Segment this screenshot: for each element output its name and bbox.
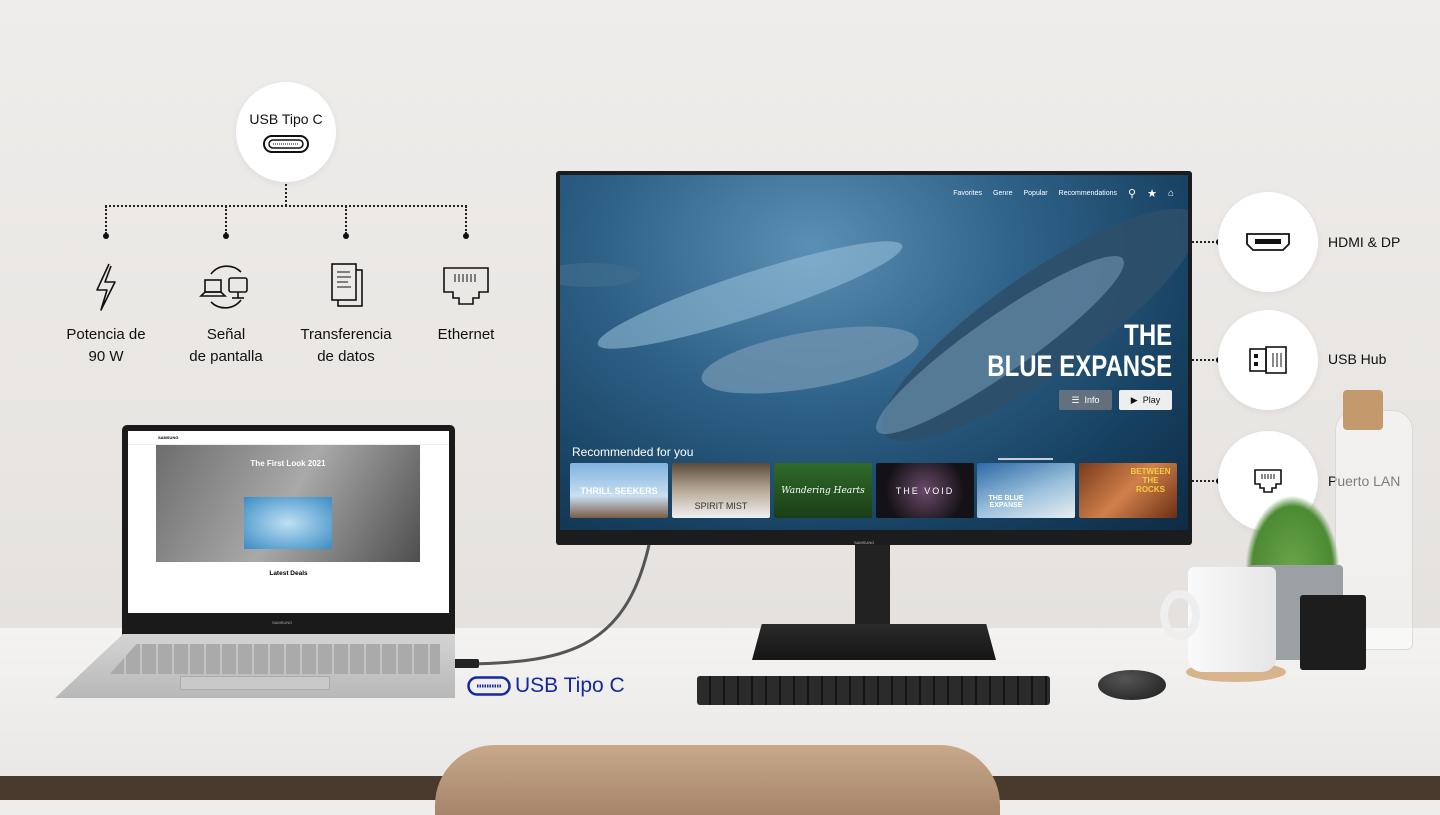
feature-display-signal: Señal de pantalla xyxy=(161,262,291,368)
screen-sync-icon xyxy=(199,265,248,309)
monitor-brand-logo: SAMSUNG xyxy=(854,540,875,545)
cork xyxy=(1343,390,1383,430)
usb-c-title: USB Tipo C xyxy=(249,111,323,127)
connector-line xyxy=(1192,359,1218,361)
documents-icon xyxy=(331,263,363,307)
monitor-stand-base xyxy=(752,624,996,660)
port-usb-badge xyxy=(1218,310,1318,410)
laptop-keyboard xyxy=(110,644,440,674)
menu-icon: ☰ xyxy=(1071,394,1080,405)
thumbnail[interactable]: THE VOID xyxy=(876,463,974,518)
section-title: Latest Deals xyxy=(269,570,308,577)
feature-data-transfer: Transferencia de datos xyxy=(281,262,411,368)
feature-label: Ethernet xyxy=(437,326,495,343)
play-icon: ▶ xyxy=(1130,394,1138,405)
usb-port-icon xyxy=(1249,346,1287,374)
feature-label: Señal xyxy=(206,326,246,343)
laptop-trackpad xyxy=(180,676,330,690)
connector-dot xyxy=(103,233,109,239)
lightning-icon xyxy=(96,263,116,311)
lan-port-icon xyxy=(1254,469,1282,493)
mug-handle xyxy=(1160,590,1200,640)
thumbnail-title: BETWEEN THE ROCKS xyxy=(1130,467,1171,494)
thumbnail[interactable]: BETWEEN THE ROCKS xyxy=(1079,463,1177,518)
thumbnail-title: SPIRIT MIST xyxy=(694,500,748,511)
connector-line xyxy=(1192,480,1218,482)
thumbnail[interactable]: THE BLUE EXPANSE xyxy=(977,463,1075,518)
laptop: SAMSUNG The First Look 2021 Latest Deals… xyxy=(122,425,455,635)
thumbnail-title: THE VOID xyxy=(895,485,955,496)
connector-line xyxy=(105,205,467,207)
hdmi-port-icon xyxy=(1246,233,1290,251)
play-button[interactable]: ▶ Play xyxy=(1119,390,1172,410)
screen-nav: Favorites Genre Popular Recommendations … xyxy=(953,187,1174,200)
feature-label: de datos xyxy=(317,348,375,365)
nav-favorites[interactable]: Favorites xyxy=(953,190,982,197)
connector-line xyxy=(1192,241,1218,243)
info-label: Info xyxy=(1084,395,1100,405)
usb-c-port-icon xyxy=(263,135,309,153)
nav-genre[interactable]: Genre xyxy=(993,190,1012,197)
thumbnail-title: Wandering Hearts xyxy=(781,485,865,496)
thumbnail[interactable]: Wandering Hearts xyxy=(774,463,872,518)
monitor-stand-neck xyxy=(855,545,890,635)
connector-dot xyxy=(343,233,349,239)
mouse xyxy=(1098,670,1166,700)
thumbnail-title: THRILL SEEKERS xyxy=(580,485,658,496)
pen-holder xyxy=(1300,595,1366,670)
title-line: THE xyxy=(1124,319,1172,352)
recommended-heading: Recommended for you xyxy=(572,445,694,459)
play-label: Play xyxy=(1142,395,1161,405)
feature-label: 90 W xyxy=(88,348,124,365)
home-icon[interactable]: ⌂ xyxy=(1168,188,1174,199)
connector-line xyxy=(465,206,467,234)
connector-dot xyxy=(223,233,229,239)
site-header: SAMSUNG xyxy=(128,431,449,445)
title-line: BLUE EXPANSE xyxy=(987,350,1172,383)
plant xyxy=(1245,495,1340,570)
mug xyxy=(1188,567,1276,672)
connector-dot xyxy=(463,233,469,239)
feature-ethernet: Ethernet xyxy=(401,262,531,346)
thumbnail-title: THE BLUE EXPANSE xyxy=(988,494,1024,509)
keyboard xyxy=(697,676,1050,705)
site-logo: SAMSUNG xyxy=(158,435,179,440)
connector-line xyxy=(285,184,287,206)
thumbnail[interactable]: THRILL SEEKERS xyxy=(570,463,668,518)
star-icon[interactable]: ★ xyxy=(1147,187,1157,200)
feature-label: Transferencia xyxy=(300,326,392,343)
site-hero: The First Look 2021 xyxy=(156,445,420,562)
featured-title: THE BLUE EXPANSE xyxy=(987,320,1172,382)
nav-recommendations[interactable]: Recommendations xyxy=(1059,190,1117,197)
monitor: Favorites Genre Popular Recommendations … xyxy=(556,171,1192,545)
connector-line xyxy=(345,206,347,234)
feature-label: de pantalla xyxy=(189,348,263,365)
info-button[interactable]: ☰ Info xyxy=(1059,390,1112,410)
port-label: USB Hub xyxy=(1328,351,1387,367)
chair xyxy=(435,745,1000,815)
connector-line xyxy=(225,206,227,234)
laptop-brand-logo: SAMSUNG xyxy=(272,620,293,625)
hero-title: The First Look 2021 xyxy=(250,459,326,468)
ethernet-port-icon xyxy=(443,267,489,305)
laptop-screen: SAMSUNG The First Look 2021 Latest Deals xyxy=(128,431,449,613)
thumbnail[interactable]: SPIRIT MIST xyxy=(672,463,770,518)
port-hdmi-badge xyxy=(1218,192,1318,292)
connector-line xyxy=(105,206,107,234)
hero-tv-image xyxy=(244,497,332,549)
port-label: HDMI & DP xyxy=(1328,234,1401,250)
search-icon[interactable]: ⚲ xyxy=(1128,187,1136,200)
usb-c-port-icon xyxy=(467,676,511,696)
carousel-indicator xyxy=(998,458,1053,460)
cable-label-text: USB Tipo C xyxy=(515,674,625,697)
usb-c-hub-badge: USB Tipo C xyxy=(236,82,336,182)
usb-c-cable xyxy=(453,544,651,668)
feature-power: Potencia de 90 W xyxy=(41,262,171,368)
monitor-screen: Favorites Genre Popular Recommendations … xyxy=(560,175,1188,530)
feature-label: Potencia de xyxy=(66,326,146,343)
nav-popular[interactable]: Popular xyxy=(1024,190,1048,197)
cable-label: USB Tipo C xyxy=(467,674,625,698)
